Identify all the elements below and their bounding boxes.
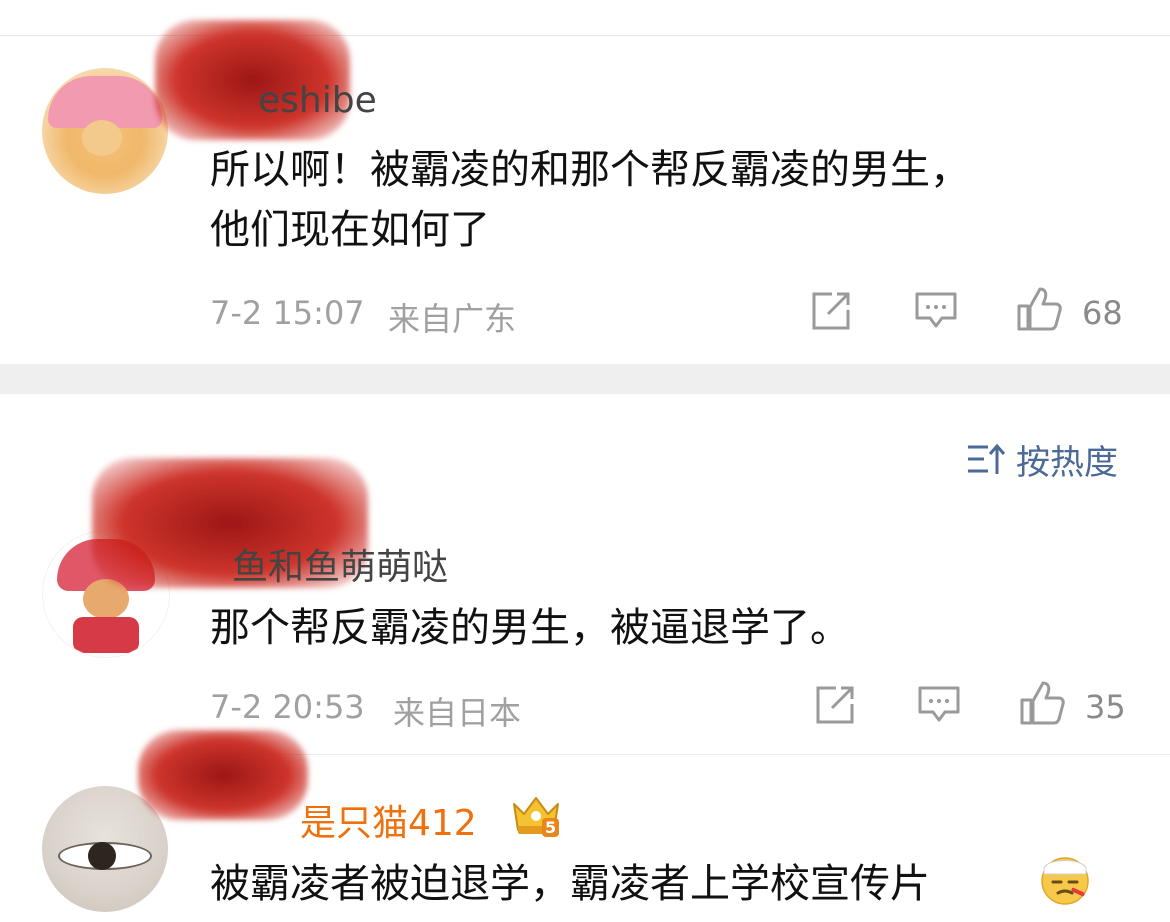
comment-icon[interactable] [914,290,958,332]
avatar[interactable] [42,68,168,194]
comment-text-line: 他们现在如何了 [210,207,490,253]
repost-icon[interactable] [810,290,852,332]
comment-text-line: 所以啊！被霸凌的和那个帮反霸凌的男生， [210,147,970,193]
comment-time: 7-2 15:07 [210,294,365,332]
sort-button[interactable]: 按热度 [966,438,1118,483]
username[interactable]: eshibe [258,80,377,121]
comment-text-line: 那个帮反霸凌的男生，被逼退学了。 [210,605,850,651]
comment-location: 来自广东 [388,300,517,338]
like-count: 68 [1082,294,1123,332]
comment-item: eshibe 所以啊！被霸凌的和那个帮反霸凌的男生， 他们现在如何了 7-2 1… [0,20,1170,364]
comment-text: 所以啊！被霸凌的和那个帮反霸凌的男生， 他们现在如何了 [210,140,970,260]
comment-icon[interactable] [917,684,961,726]
crown-badge: 5 [508,792,564,838]
comment-item: 是只猫412 5 被霸凌者被迫退学，霸凌者上学校宣传片 [0,730,1170,922]
sort-icon [966,442,1006,476]
sick-face-emoji [1038,852,1092,906]
redaction-mark [138,730,308,820]
like-icon[interactable] [1016,286,1064,332]
comment-item: 鱼和鱼萌萌哒 那个帮反霸凌的男生，被逼退学了。 7-2 20:53 来自日本 3… [0,458,1170,754]
comment-text: 那个帮反霸凌的男生，被逼退学了。 [210,598,850,658]
like-icon[interactable] [1019,680,1067,726]
section-separator [0,364,1170,394]
row-divider [190,754,1170,755]
comment-text: 被霸凌者被迫退学，霸凌者上学校宣传片 [210,854,930,914]
sort-label: 按热度 [1016,442,1118,483]
comment-text-line: 被霸凌者被迫退学，霸凌者上学校宣传片 [210,861,930,907]
repost-icon[interactable] [814,684,856,726]
username[interactable]: 鱼和鱼萌萌哒 [232,538,448,590]
like-count: 35 [1085,688,1126,726]
comment-location: 来自日本 [393,694,522,732]
comment-time: 7-2 20:53 [210,688,365,726]
badge-level: 5 [542,818,560,837]
username[interactable]: 是只猫412 [300,794,477,846]
